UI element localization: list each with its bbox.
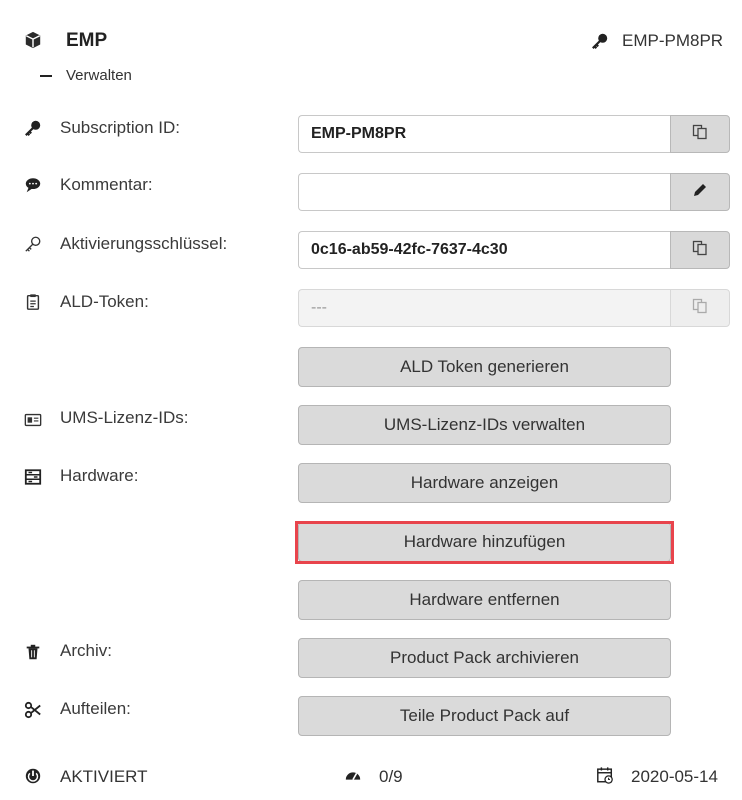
comment-field[interactable] xyxy=(298,173,670,211)
generate-ald-button[interactable]: ALD Token generieren xyxy=(298,347,671,387)
subscription-label: Subscription ID: xyxy=(60,118,180,137)
split-label: Aufteilen: xyxy=(60,699,131,718)
scissors-icon xyxy=(23,700,43,720)
activation-key-field[interactable]: 0c16-ab59-42fc-7637-4c30 xyxy=(298,231,670,269)
page-title: EMP xyxy=(66,30,108,51)
highlight-frame xyxy=(295,521,674,564)
remove-hardware-button[interactable]: Hardware entfernen xyxy=(298,580,671,620)
copy-icon xyxy=(692,240,708,261)
box-icon xyxy=(23,30,43,50)
archive-pack-button[interactable]: Product Pack archivieren xyxy=(298,638,671,678)
date-text: 2020-05-14 xyxy=(631,767,718,786)
pencil-icon xyxy=(692,182,708,203)
usage-text: 0/9 xyxy=(379,767,403,786)
activation-label: Aktivierungsschlüssel: xyxy=(60,234,228,253)
archive-label: Archiv: xyxy=(60,641,112,660)
hardware-label: Hardware: xyxy=(60,466,139,485)
clipboard-icon xyxy=(23,292,43,312)
collapse-toggle[interactable]: Verwalten xyxy=(40,67,132,84)
ald-label: ALD-Token: xyxy=(60,292,149,311)
copy-subscription-button[interactable] xyxy=(670,115,730,153)
edit-comment-button[interactable] xyxy=(670,173,730,211)
server-icon xyxy=(23,467,43,487)
calendar-icon xyxy=(595,765,615,785)
comment-label: Kommentar: xyxy=(60,175,153,194)
ald-token-field[interactable]: --- xyxy=(298,289,670,327)
status-text: AKTIVIERT xyxy=(60,767,148,786)
id-card-icon xyxy=(23,410,43,430)
copy-activation-button[interactable] xyxy=(670,231,730,269)
trash-icon xyxy=(23,642,43,662)
copy-icon xyxy=(692,124,708,145)
manage-ums-button[interactable]: UMS-Lizenz-IDs verwalten xyxy=(298,405,671,445)
show-hardware-button[interactable]: Hardware anzeigen xyxy=(298,463,671,503)
copy-ald-button[interactable] xyxy=(670,289,730,327)
copy-icon xyxy=(692,298,708,319)
key-icon xyxy=(23,118,43,138)
gauge-icon xyxy=(343,766,363,786)
subscription-id-field[interactable]: EMP-PM8PR xyxy=(298,115,670,153)
minus-icon xyxy=(40,74,52,77)
key-icon xyxy=(590,31,610,51)
collapse-label: Verwalten xyxy=(66,67,132,84)
ums-label: UMS-Lizenz-IDs: xyxy=(60,408,189,427)
subscription-badge: EMP-PM8PR xyxy=(622,31,724,50)
comment-icon xyxy=(23,175,43,195)
key-outline-icon xyxy=(23,234,43,254)
split-pack-button[interactable]: Teile Product Pack auf xyxy=(298,696,671,736)
power-icon xyxy=(23,766,43,786)
